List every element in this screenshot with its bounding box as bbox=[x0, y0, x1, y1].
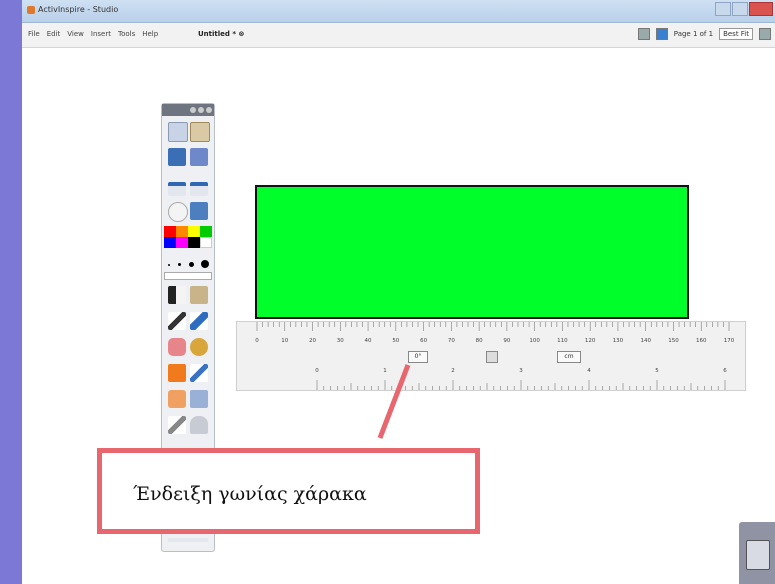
ruler-top-tick-label: 0 bbox=[255, 338, 259, 344]
app-icon bbox=[27, 6, 35, 14]
toolbox-header[interactable] bbox=[162, 104, 214, 116]
fill-icon[interactable] bbox=[168, 390, 186, 408]
ruler-top-tick-label: 100 bbox=[529, 338, 540, 344]
menu-file[interactable]: File bbox=[28, 30, 40, 38]
color-swatch-orange[interactable] bbox=[176, 226, 188, 237]
ruler-top-tick-label: 30 bbox=[337, 338, 344, 344]
page-indicator: Page 1 of 1 bbox=[673, 30, 714, 38]
ruler-top-tick-label: 160 bbox=[696, 338, 707, 344]
menu-tools[interactable]: Tools bbox=[118, 30, 135, 38]
page-browser-icon[interactable] bbox=[655, 28, 668, 40]
tools-icon[interactable] bbox=[190, 286, 208, 304]
pen-width-slider[interactable] bbox=[164, 272, 212, 280]
toolbox-dot-icon bbox=[198, 107, 204, 113]
main-menu-icon[interactable] bbox=[168, 122, 188, 142]
menu-edit[interactable]: Edit bbox=[47, 30, 61, 38]
eraser-icon[interactable] bbox=[168, 338, 186, 356]
ruler-bottom-tick-label: 0 bbox=[315, 368, 319, 374]
ruler-top-tick-label: 90 bbox=[503, 338, 510, 344]
ruler-top-tick-label: 150 bbox=[668, 338, 679, 344]
callout-box: Ένδειξη γωνίας χάρακα bbox=[97, 448, 480, 534]
ruler-bottom-tick-label: 5 bbox=[655, 368, 659, 374]
color-swatch-green[interactable] bbox=[200, 226, 212, 237]
ruler-tool[interactable]: 0 10 20 30 40 50 60 70 80 90 100 110 120 130 140 150 160… bbox=[236, 321, 746, 391]
menu-items: File Edit View Insert Tools Help bbox=[28, 30, 158, 38]
ruler-angle-readout[interactable]: 0° bbox=[408, 351, 428, 363]
zoom-select[interactable]: Best Fit bbox=[719, 28, 753, 40]
ruler-bottom-tick-label: 4 bbox=[587, 368, 591, 374]
ruler-top-tick-label: 70 bbox=[448, 338, 455, 344]
marker-icon[interactable] bbox=[168, 416, 186, 434]
ruler-top-tick-label: 10 bbox=[281, 338, 288, 344]
page-view-icon[interactable] bbox=[637, 28, 650, 40]
color-swatch-black[interactable] bbox=[188, 237, 200, 248]
trash-panel bbox=[739, 522, 775, 584]
ruler-top-tick-label: 110 bbox=[557, 338, 568, 344]
ruler-bottom-tick-label: 6 bbox=[723, 368, 727, 374]
text-icon[interactable] bbox=[190, 390, 208, 408]
reset-page-icon[interactable] bbox=[168, 202, 188, 222]
connector-icon[interactable] bbox=[190, 364, 208, 382]
ruler-top-tick-label: 80 bbox=[476, 338, 483, 344]
window-controls bbox=[715, 2, 773, 16]
color-swatch-yellow[interactable] bbox=[188, 226, 200, 237]
menu-insert[interactable]: Insert bbox=[91, 30, 111, 38]
pen-icon[interactable] bbox=[168, 312, 186, 330]
color-swatch-magenta[interactable] bbox=[176, 237, 188, 248]
document-tab[interactable]: Untitled * ⊗ bbox=[198, 30, 244, 38]
window-title: ActivInspire - Studio bbox=[38, 5, 119, 14]
color-swatch-white[interactable] bbox=[200, 237, 212, 248]
ruler-top-tick-label: 50 bbox=[392, 338, 399, 344]
desktop-annotate-icon[interactable] bbox=[190, 416, 208, 434]
callout-text: Ένδειξη γωνίας χάρακα bbox=[133, 483, 367, 505]
zoom-icon[interactable] bbox=[190, 148, 208, 166]
ruler-bottom-tick-label: 1 bbox=[383, 368, 387, 374]
toolbox-dot-icon bbox=[190, 107, 196, 113]
ruler-top-tick-label: 140 bbox=[640, 338, 651, 344]
ruler-top-tick-label: 170 bbox=[724, 338, 735, 344]
ruler-top-tick-label: 20 bbox=[309, 338, 316, 344]
ruler-bottom-tick-label: 2 bbox=[451, 368, 455, 374]
user-profile-icon[interactable] bbox=[190, 122, 210, 142]
ruler-top-tick-label: 40 bbox=[365, 338, 372, 344]
ruler-top-tick-label: 120 bbox=[585, 338, 596, 344]
minimize-button[interactable] bbox=[715, 2, 731, 16]
ruler-unit-readout[interactable]: cm bbox=[557, 351, 581, 363]
next-page-icon[interactable] bbox=[190, 182, 208, 196]
toolbox-close-icon[interactable] bbox=[206, 107, 212, 113]
ruler-bottom-tick-label: 3 bbox=[519, 368, 523, 374]
pen-width-4[interactable] bbox=[201, 260, 209, 268]
menu-bar: File Edit View Insert Tools Help Untitle… bbox=[22, 23, 775, 48]
magic-ink-icon[interactable] bbox=[190, 338, 208, 356]
menu-help[interactable]: Help bbox=[142, 30, 158, 38]
select-arrow-icon[interactable] bbox=[168, 286, 186, 304]
title-bar: ActivInspire - Studio bbox=[22, 0, 775, 23]
green-rectangle[interactable] bbox=[255, 185, 689, 319]
pen-width-3[interactable] bbox=[189, 262, 194, 267]
menu-view[interactable]: View bbox=[67, 30, 84, 38]
color-swatch-blue[interactable] bbox=[164, 237, 176, 248]
ruler-center-icon[interactable] bbox=[486, 351, 498, 363]
trash-icon[interactable] bbox=[746, 540, 770, 570]
chevron-down-icon[interactable] bbox=[759, 28, 771, 40]
pipette-icon[interactable] bbox=[190, 202, 208, 220]
highlighter-icon[interactable] bbox=[190, 312, 208, 330]
shape-icon[interactable] bbox=[168, 364, 186, 382]
pen-width-1[interactable] bbox=[168, 264, 170, 266]
previous-page-icon[interactable] bbox=[168, 182, 186, 196]
close-button[interactable] bbox=[749, 2, 773, 16]
browser-icon[interactable] bbox=[168, 148, 186, 166]
ruler-top-tick-label: 60 bbox=[420, 338, 427, 344]
ruler-top-tick-label: 130 bbox=[613, 338, 624, 344]
page-controls: Page 1 of 1 Best Fit bbox=[637, 28, 771, 40]
color-swatch-red[interactable] bbox=[164, 226, 176, 237]
pen-width-2[interactable] bbox=[178, 263, 181, 266]
maximize-button[interactable] bbox=[732, 2, 748, 16]
